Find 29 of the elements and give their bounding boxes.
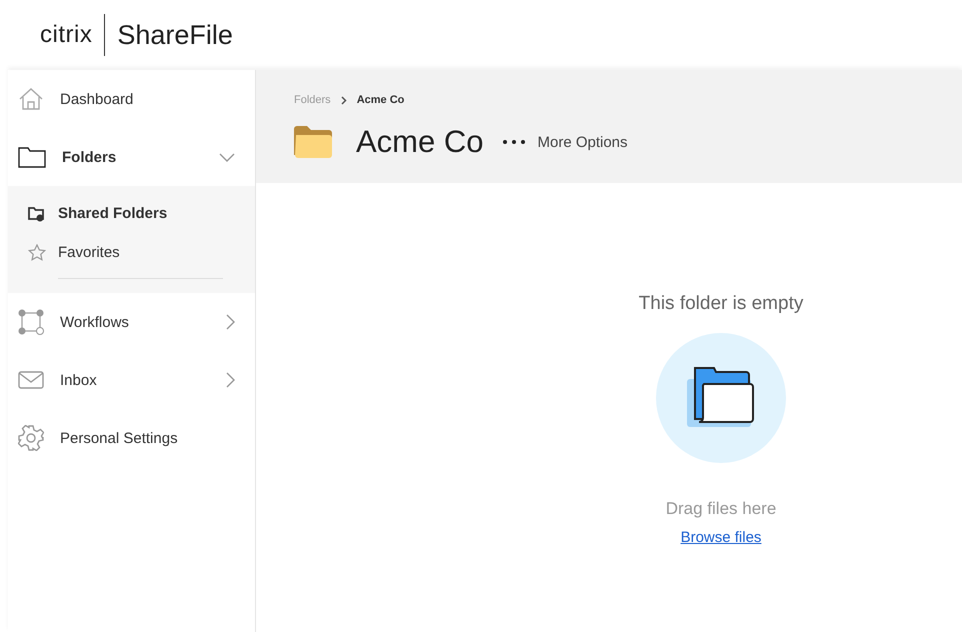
folder-title: Acme Co xyxy=(356,124,484,160)
home-icon xyxy=(18,87,44,111)
product-name: ShareFile xyxy=(117,20,233,50)
chevron-right-icon xyxy=(226,372,235,388)
chevron-down-icon xyxy=(219,152,235,162)
sidebar-item[interactable]: Dashboard xyxy=(8,70,255,128)
shared-folder-icon xyxy=(28,206,46,222)
browse-files-link[interactable]: Browse files xyxy=(680,529,762,546)
submenu-item[interactable]: Shared Folders xyxy=(8,194,255,233)
sidebar-item[interactable]: Personal Settings xyxy=(8,409,255,467)
mail-icon xyxy=(18,371,44,389)
submenu-item[interactable]: Favorites xyxy=(8,233,255,272)
settings-icon xyxy=(18,425,44,451)
chevron-right-icon xyxy=(226,314,235,330)
breadcrumb-link[interactable]: Acme Co xyxy=(356,94,404,106)
workflow-icon xyxy=(18,309,44,335)
chevron-right-icon xyxy=(340,96,347,104)
star-icon xyxy=(28,244,46,261)
folder-icon xyxy=(687,367,755,429)
more-icon xyxy=(503,140,526,144)
sidebar-item[interactable]: Workflows xyxy=(8,293,255,351)
brand-logo: citrix xyxy=(40,21,92,49)
sidebar-item[interactable]: Inbox xyxy=(8,351,255,409)
more-options-button[interactable]: More Options xyxy=(503,134,628,150)
drag-hint: Drag files here xyxy=(666,499,776,519)
folder-icon xyxy=(18,146,46,168)
folder-icon xyxy=(294,126,332,158)
empty-title: This folder is empty xyxy=(638,293,804,315)
sidebar-item[interactable]: Folders xyxy=(8,128,255,186)
